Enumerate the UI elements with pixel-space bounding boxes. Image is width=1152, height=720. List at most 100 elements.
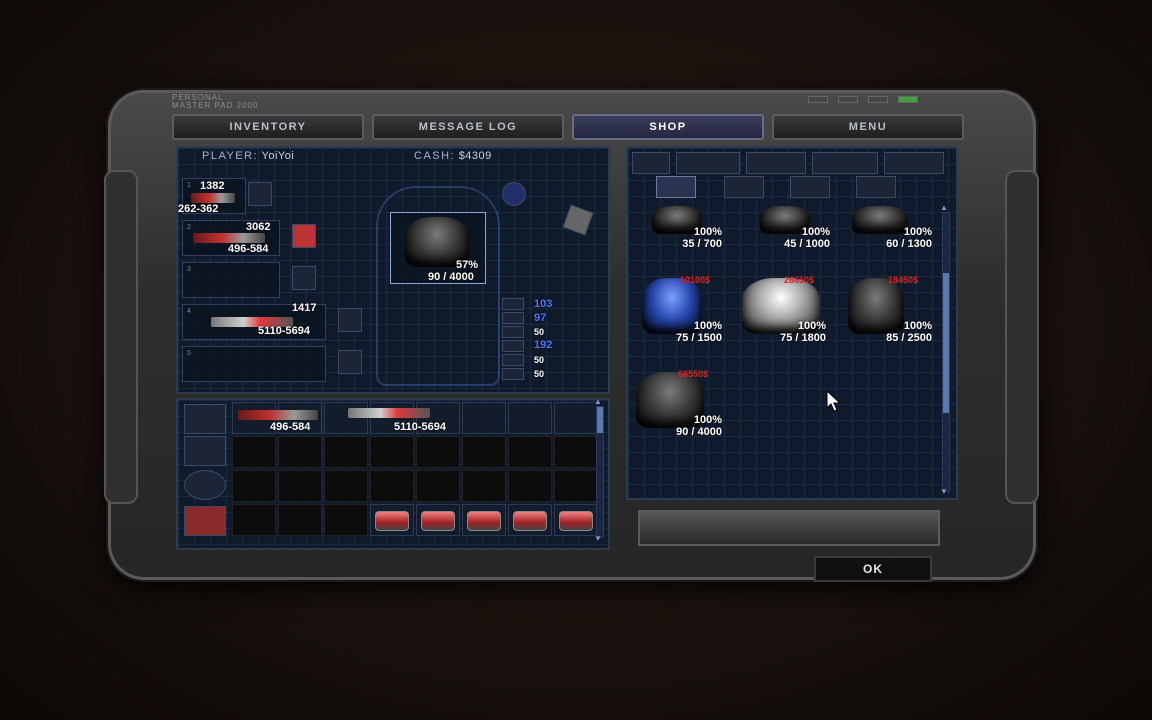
slot-number: 1 [187,182,191,189]
tab-shop[interactable]: SHOP [572,114,764,140]
backpack-cell[interactable] [554,436,598,468]
resource-icon [502,354,524,366]
slot2-damage: 496-584 [228,243,269,255]
backpack-scrollbar[interactable] [596,406,604,538]
shop-item-percent: 100% [903,320,932,332]
ammo-canister-icon[interactable] [292,224,316,248]
scroll-down-arrow[interactable]: ▼ [940,487,948,496]
resource-icon [502,312,524,324]
shop-scrollbar[interactable] [942,212,950,492]
backpack-cell[interactable] [278,436,322,468]
rifle-category-icon[interactable] [746,152,806,174]
slot1-ammo: 1382 [200,180,225,192]
backpack-cell[interactable] [554,402,598,434]
armor-category-icon[interactable] [184,436,226,466]
slot2-ammo: 3062 [246,221,271,233]
ok-button[interactable]: OK [814,556,932,582]
shop-item-price: 66550$ [678,369,709,379]
heavy-category-icon[interactable] [884,152,944,174]
backpack-cell[interactable] [324,402,368,434]
backpack-cell[interactable] [370,470,414,502]
backpack-cell[interactable] [508,470,552,502]
ammo-box-icon[interactable] [248,182,272,206]
backpack-cell[interactable] [324,436,368,468]
backpack-cell[interactable] [554,470,598,502]
shop-item-hp: 60 / 1300 [886,238,932,250]
shotgun-icon [191,193,235,203]
left-handle [104,170,138,504]
ammo-tab-icon[interactable] [724,176,764,198]
armor-tab-icon[interactable] [656,176,696,198]
shop-item-hp: 35 / 700 [682,238,722,250]
backpack-cell[interactable] [232,504,276,536]
scroll-up-arrow[interactable]: ▲ [594,397,602,406]
shop-item-price: 26650$ [784,275,815,285]
backpack-plasma-icon[interactable] [348,408,430,418]
resource-value: 103 [534,298,553,310]
backpack-cell[interactable] [462,504,506,536]
tab-menu[interactable]: MENU [772,114,964,140]
shop-item-percent: 100% [797,320,826,332]
empty-ammo-slot-5[interactable] [338,350,362,374]
ammo-canister-icon [559,511,593,531]
ammo-category-icon[interactable] [184,506,226,536]
tab-inventory[interactable]: INVENTORY [172,114,364,140]
slot-number: 4 [187,308,191,315]
resource-value: 50 [534,355,545,365]
weapon-category-icon[interactable] [184,404,226,434]
scroll-thumb[interactable] [597,407,603,433]
armor-hp: 90 / 4000 [428,271,474,283]
led-1 [808,96,828,103]
shop-item-hp: 45 / 1000 [784,238,830,250]
backpack-cell[interactable] [462,402,506,434]
grenade-icon[interactable] [502,182,526,206]
backpack-cell[interactable] [508,402,552,434]
misc-tab-icon[interactable] [856,176,896,198]
player-label: PLAYER: [202,150,259,162]
sniper-category-icon[interactable] [812,152,878,174]
backpack-cell[interactable] [232,436,276,468]
backpack-rifle-icon[interactable] [238,410,318,420]
backpack-cell[interactable] [416,504,460,536]
backpack-cell[interactable] [554,504,598,536]
shop-item-hp: 75 / 1800 [780,332,826,344]
weapon-slot-3[interactable]: 3 [182,262,280,298]
backpack-cell[interactable] [416,470,460,502]
plasma-cell-icon[interactable] [338,308,362,332]
backpack-cell[interactable] [278,504,322,536]
backpack-cell[interactable] [370,504,414,536]
backpack-cell[interactable] [278,470,322,502]
slot4-ammo: 1417 [292,302,317,314]
resource-value: 192 [534,339,553,351]
cash-value: $4309 [458,150,492,162]
backpack-cell[interactable] [324,470,368,502]
player-info: PLAYER: YoiYoi [202,150,294,162]
scroll-down-arrow[interactable]: ▼ [594,534,602,543]
empty-ammo-slot[interactable] [292,266,316,290]
backpack-cell[interactable] [462,436,506,468]
rifle-icon [193,233,265,243]
ring-category-icon[interactable] [184,470,226,500]
backpack-cell[interactable] [462,470,506,502]
backpack-cell[interactable] [232,470,276,502]
ammo-canister-icon [467,511,501,531]
slot4-damage: 5110-5694 [258,325,310,337]
cash-info: CASH: $4309 [414,150,492,162]
backpack-cell[interactable] [324,504,368,536]
tab-message-log[interactable]: MESSAGE LOG [372,114,564,140]
backpack-cell[interactable] [416,436,460,468]
resource-icon [502,340,524,352]
shop-item-percent: 100% [693,226,722,238]
weapon-slot-5[interactable]: 5 [182,346,326,382]
grenade-tab-icon[interactable] [790,176,830,198]
scroll-thumb[interactable] [943,273,949,413]
pistol-category-icon[interactable] [632,152,670,174]
backpack-cell[interactable] [370,436,414,468]
slot1-damage: 262-362 [178,203,219,215]
backpack-cell[interactable] [508,504,552,536]
resource-value: 97 [534,312,547,324]
shotgun-category-icon[interactable] [676,152,740,174]
scroll-up-arrow[interactable]: ▲ [940,203,948,212]
backpack-cell[interactable] [508,436,552,468]
backpack-item-1-damage: 496-584 [270,421,311,433]
